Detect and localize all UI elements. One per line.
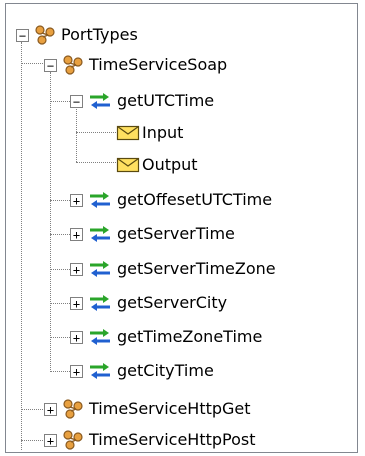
expand-toggle[interactable]: +: [70, 263, 83, 276]
tree-node-label: TimeServiceHttpPost: [89, 430, 256, 449]
tree-line: [21, 440, 45, 441]
tree-node-label: getServerTimeZone: [117, 259, 276, 278]
tree-view: − PortTypes − TimeServiceSoap − getUTCTi…: [6, 4, 357, 452]
tree-line: [50, 234, 72, 235]
tree-node-label: Input: [142, 123, 184, 142]
porttype-icon: [63, 430, 83, 450]
operation-icon: [90, 363, 110, 379]
tree-line: [50, 337, 72, 338]
tree-line: [21, 42, 22, 450]
operation-icon: [90, 295, 110, 311]
tree-line: [21, 63, 45, 64]
porttype-icon: [35, 25, 55, 45]
expand-toggle[interactable]: +: [70, 228, 83, 241]
tree-view-panel: − PortTypes − TimeServiceSoap − getUTCTi…: [5, 3, 358, 453]
tree-node-label: getTimeZoneTime: [117, 327, 263, 346]
operation-icon: [90, 226, 110, 242]
porttype-icon: [63, 399, 83, 419]
tree-node-label: getServerCity: [117, 293, 228, 312]
collapse-toggle[interactable]: −: [16, 29, 29, 42]
tree-node-label: Output: [142, 155, 198, 174]
tree-line: [21, 409, 45, 410]
tree-line: [76, 162, 116, 163]
tree-node-label: getOffesetUTCTime: [117, 190, 273, 209]
operation-icon: [90, 93, 110, 109]
collapse-toggle[interactable]: −: [70, 95, 83, 108]
collapse-toggle[interactable]: −: [44, 59, 57, 72]
tree-node-label: getUTCTime: [117, 91, 215, 110]
porttype-icon: [63, 55, 83, 75]
tree-line: [50, 371, 72, 372]
expand-toggle[interactable]: +: [70, 331, 83, 344]
tree-line: [50, 101, 72, 102]
tree-line: [50, 303, 72, 304]
expand-toggle[interactable]: +: [44, 434, 57, 447]
tree-line: [76, 132, 116, 133]
expand-toggle[interactable]: +: [70, 194, 83, 207]
tree-node-label: getServerTime: [117, 224, 235, 243]
expand-toggle[interactable]: +: [70, 297, 83, 310]
operation-icon: [90, 261, 110, 277]
tree-node-label: TimeServiceSoap: [89, 55, 228, 74]
expand-toggle[interactable]: +: [70, 365, 83, 378]
expand-toggle[interactable]: +: [44, 403, 57, 416]
operation-icon: [90, 329, 110, 345]
tree-line: [50, 269, 72, 270]
tree-node-label: PortTypes: [61, 25, 138, 44]
message-icon: [116, 125, 140, 141]
tree-line: [50, 72, 51, 372]
tree-line: [50, 200, 72, 201]
tree-node-label: TimeServiceHttpGet: [89, 399, 251, 418]
message-icon: [116, 157, 140, 173]
operation-icon: [90, 192, 110, 208]
tree-node-label: getCityTime: [117, 361, 214, 380]
